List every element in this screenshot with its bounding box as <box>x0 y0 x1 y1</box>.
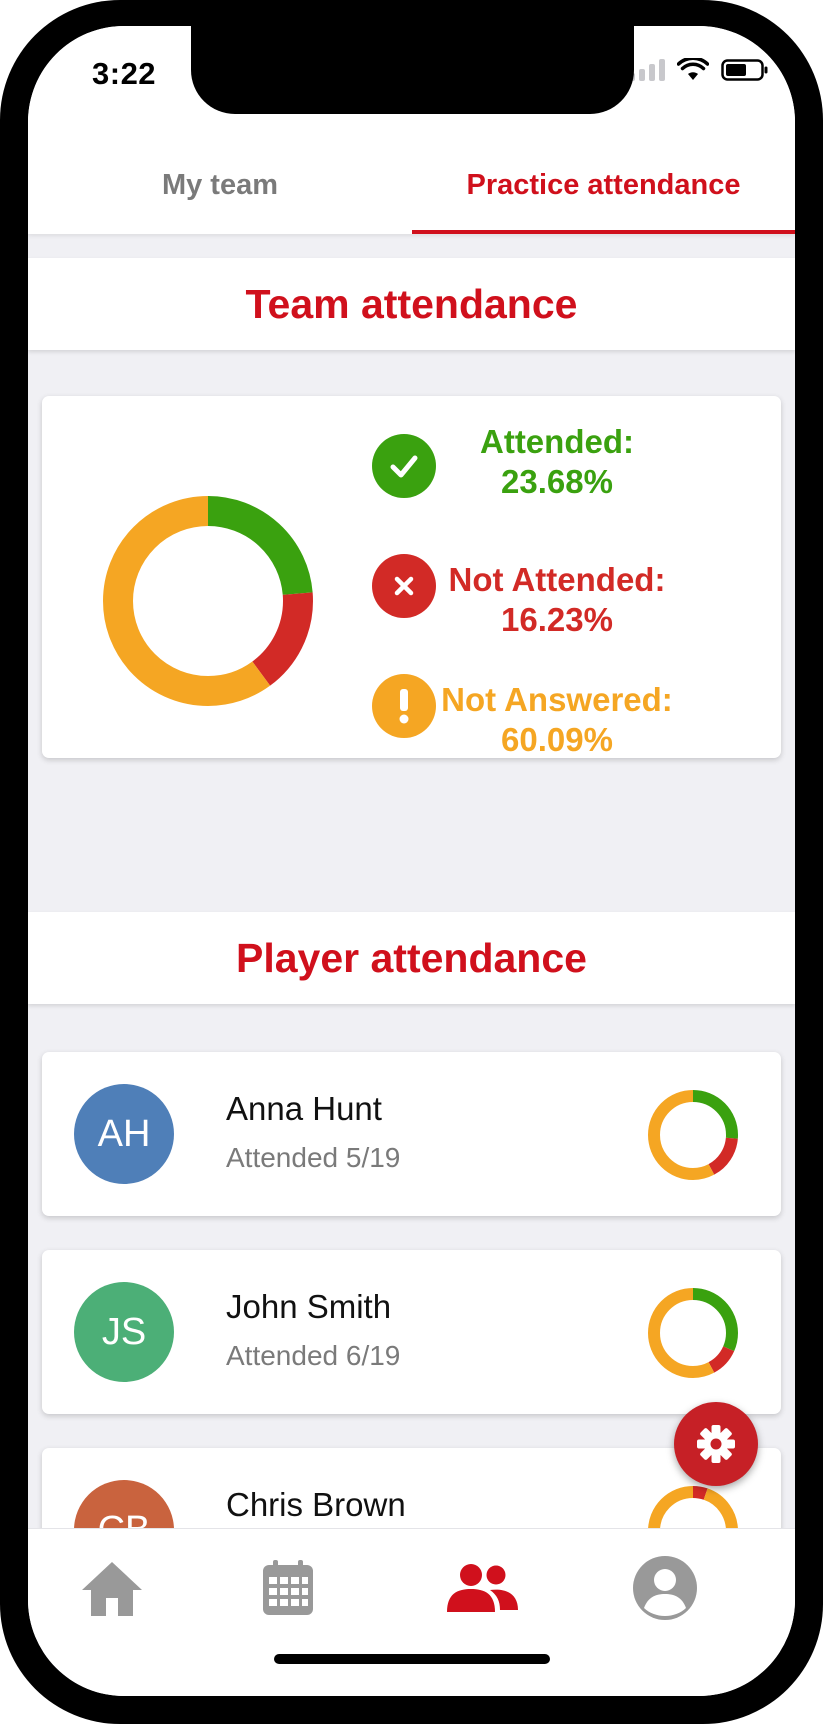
settings-fab-button[interactable] <box>674 1402 758 1486</box>
player-name: John Smith <box>226 1288 392 1325</box>
nav-calendar[interactable] <box>238 1543 338 1633</box>
gear-icon <box>697 1425 735 1463</box>
team-attendance-donut-chart <box>103 496 313 706</box>
nav-team[interactable] <box>432 1543 532 1633</box>
nav-home[interactable] <box>62 1543 162 1633</box>
player-donut-chart <box>648 1090 738 1180</box>
tab-my-team[interactable]: My team <box>28 136 412 234</box>
tab-practice-attendance[interactable]: Practice attendance <box>412 136 795 234</box>
player-attendance-count: Attended 5/19 <box>226 1142 401 1173</box>
battery-icon <box>721 59 768 81</box>
player-attendance-count: Attended 6/19 <box>226 1340 401 1371</box>
legend-not-answered: Not Answered: 60.09% <box>397 680 717 760</box>
legend-attended-value: 23.68% <box>501 463 613 500</box>
legend-not-attended: Not Attended: 16.23% <box>397 560 717 640</box>
bottom-navigation <box>28 1528 795 1696</box>
home-icon <box>82 1562 142 1616</box>
player-name: Chris Brown <box>226 1486 406 1523</box>
phone-frame: 3:22 My team Practice attendance Team at… <box>0 0 823 1724</box>
app-screen: 3:22 My team Practice attendance Team at… <box>28 26 795 1696</box>
team-icon <box>447 1564 518 1612</box>
status-time: 3:22 <box>92 56 157 91</box>
legend-not-attended-label: Not Attended: <box>448 561 666 598</box>
legend-attended-label: Attended: <box>480 423 634 460</box>
wifi-icon <box>677 58 709 80</box>
calendar-icon <box>263 1560 313 1615</box>
player-card[interactable]: JS John Smith Attended 6/19 <box>42 1250 781 1414</box>
legend-not-answered-value: 60.09% <box>501 721 613 758</box>
player-donut-chart <box>648 1288 738 1378</box>
avatar: JS <box>74 1282 174 1382</box>
nav-profile[interactable] <box>615 1543 715 1633</box>
team-attendance-card: Attended: 23.68% Not Attended: 16.23% No… <box>42 396 781 758</box>
legend-not-answered-label: Not Answered: <box>441 681 673 718</box>
team-attendance-title: Team attendance <box>28 258 795 350</box>
home-indicator <box>274 1654 550 1664</box>
active-tab-indicator <box>412 230 795 234</box>
legend-not-attended-value: 16.23% <box>501 601 613 638</box>
legend-attended: Attended: 23.68% <box>397 422 717 502</box>
tab-bar: My team Practice attendance <box>28 136 795 234</box>
player-attendance-title: Player attendance <box>28 912 795 1004</box>
avatar: AH <box>74 1084 174 1184</box>
notch <box>191 26 634 114</box>
player-name: Anna Hunt <box>226 1090 382 1127</box>
player-card[interactable]: AH Anna Hunt Attended 5/19 <box>42 1052 781 1216</box>
profile-icon <box>633 1556 697 1620</box>
signal-icon <box>629 59 665 81</box>
